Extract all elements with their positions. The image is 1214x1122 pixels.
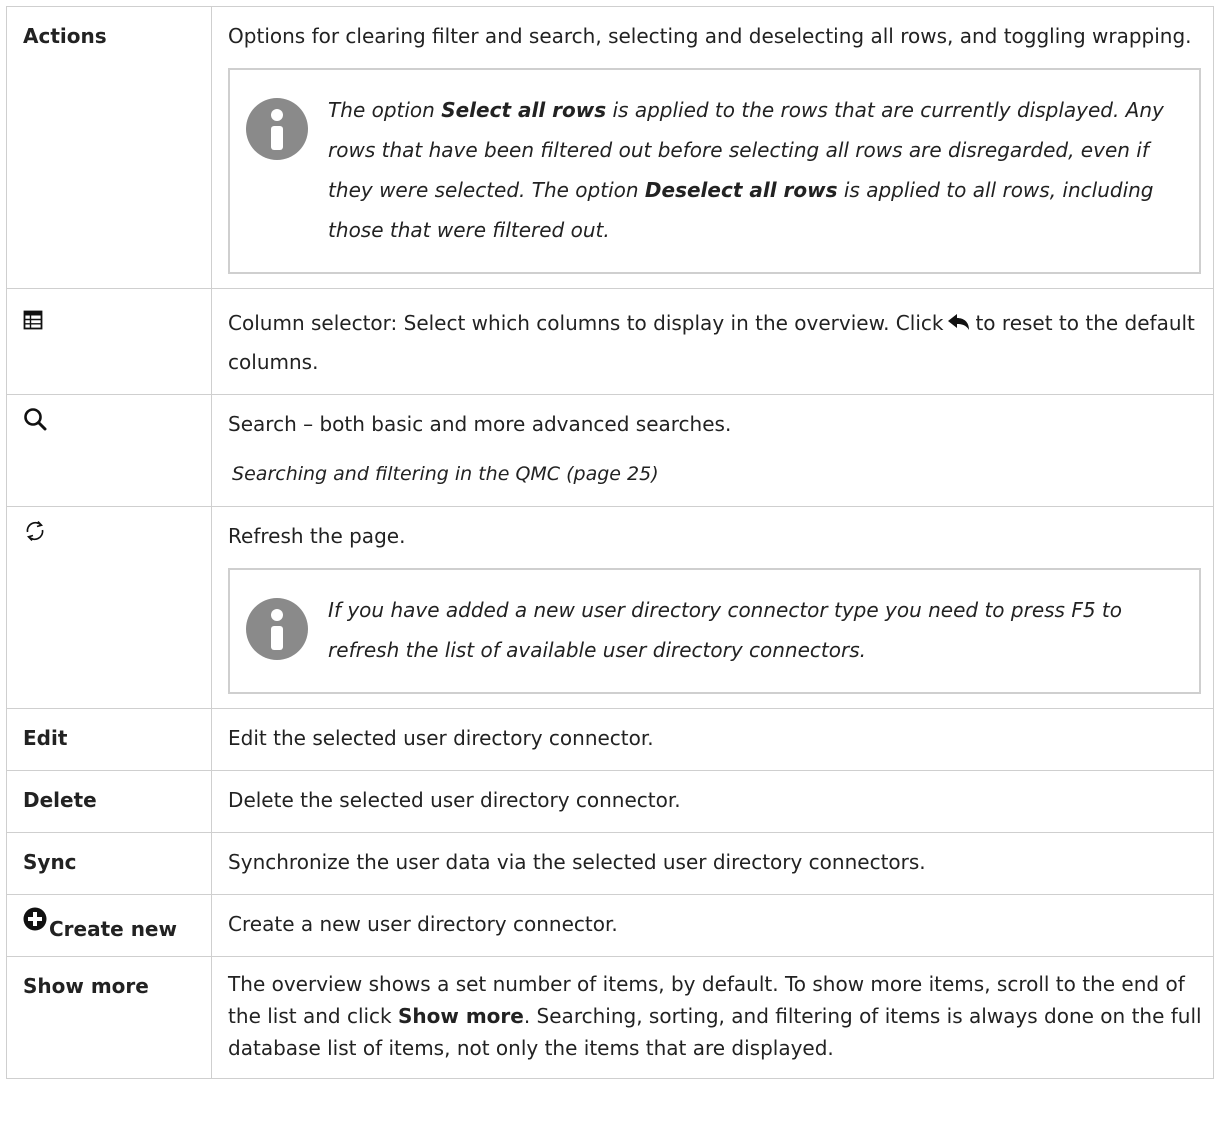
row-key-sync: Sync — [5, 832, 213, 895]
refresh-description: Refresh the page. — [228, 524, 406, 548]
column-selector-text: Column selector: Select which columns to… — [228, 311, 944, 335]
row-key-delete: Delete — [5, 770, 213, 833]
sync-description: Synchronize the user data via the select… — [211, 832, 1214, 895]
row-key-show-more: Show more — [5, 956, 213, 1079]
show-more-term: Show more — [398, 1004, 524, 1028]
table-row-sync: Sync Synchronize the user data via the s… — [5, 832, 1214, 895]
row-key-create-new: Create new — [49, 917, 177, 941]
edit-description: Edit the selected user directory connect… — [211, 708, 1214, 771]
refresh-icon — [23, 518, 47, 554]
reset-arrow-icon — [947, 308, 971, 344]
table-row-refresh: Refresh the page. If you have added a ne… — [5, 506, 1214, 709]
note-text-part: The option — [328, 98, 442, 122]
create-description: Create a new user directory connector. — [211, 894, 1214, 957]
refresh-note: If you have added a new user directory c… — [228, 568, 1201, 694]
row-key-edit: Edit — [5, 708, 213, 771]
deselect-all-rows-term: Deselect all rows — [644, 178, 838, 202]
select-all-rows-term: Select all rows — [441, 98, 607, 122]
table-row-show-more: Show more The overview shows a set numbe… — [5, 956, 1214, 1079]
table-row-column-selector: Column selector: Select which columns to… — [5, 288, 1214, 395]
search-filter-link[interactable]: Searching and filtering in the QMC (page… — [228, 456, 1213, 492]
delete-description: Delete the selected user directory conne… — [211, 770, 1214, 833]
table-row-edit: Edit Edit the selected user directory co… — [5, 708, 1214, 771]
table-row-search: Search – both basic and more advanced se… — [5, 394, 1214, 507]
search-description: Search – both basic and more advanced se… — [228, 412, 732, 436]
table-row-delete: Delete Delete the selected user director… — [5, 770, 1214, 833]
search-icon — [23, 406, 47, 442]
reference-table: Actions Options for clearing filter and … — [5, 6, 1214, 1079]
actions-note: The option Select all rows is applied to… — [228, 68, 1201, 274]
plus-circle-icon — [23, 906, 47, 942]
table-row-actions: Actions Options for clearing filter and … — [5, 6, 1214, 289]
refresh-note-text: If you have added a new user directory c… — [328, 598, 1122, 662]
info-icon — [246, 98, 309, 160]
info-icon — [246, 598, 309, 660]
table-row-create-new: Create new Create a new user directory c… — [5, 894, 1214, 957]
column-selector-icon — [23, 305, 43, 341]
row-key-actions: Actions — [5, 6, 213, 289]
actions-description: Options for clearing filter and search, … — [228, 24, 1192, 48]
